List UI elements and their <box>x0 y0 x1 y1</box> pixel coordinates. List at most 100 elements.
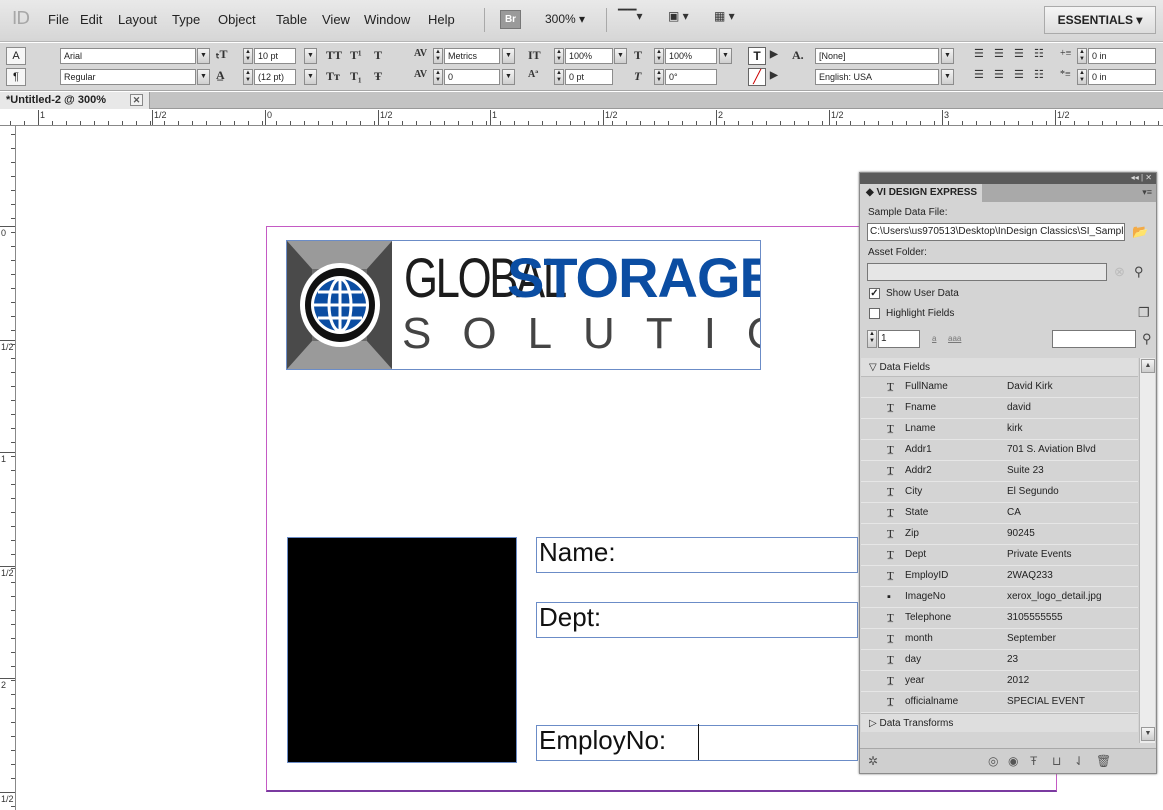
copy-icon[interactable]: ❐ <box>1138 305 1150 321</box>
show-user-data-checkbox[interactable]: ✓ <box>869 288 880 299</box>
photo-image-frame[interactable] <box>287 537 517 763</box>
data-field-row[interactable]: T̲ FullName David Kirk <box>861 377 1138 398</box>
next-record-icon[interactable]: ◉ <box>1008 754 1018 768</box>
data-field-row[interactable]: T̲ State CA <box>861 503 1138 524</box>
align-right-icon[interactable]: ☰ <box>1014 47 1024 60</box>
arrange-documents-icon[interactable]: ▦ ▾ <box>714 9 735 31</box>
chevron-down-icon[interactable]: ▼ <box>304 69 317 85</box>
spinner-icon[interactable]: ▲ ▼ <box>433 69 443 85</box>
trash-icon[interactable]: 🗑 <box>1096 754 1111 768</box>
horizontal-ruler[interactable]: 1 1/2 0 1/2 1 1/2 2 1/2 3 1/2 <box>0 110 1163 126</box>
menu-help[interactable]: Help <box>428 12 455 27</box>
text-case-icon[interactable]: a <box>932 334 936 343</box>
paragraph-mode-icon[interactable]: ¶ <box>6 68 26 86</box>
bridge-button[interactable]: Br <box>500 10 521 29</box>
baseline-shift-field[interactable]: 0 pt <box>565 69 613 85</box>
spinner-icon[interactable]: ▲ ▼ <box>654 48 664 64</box>
first-line-indent-field[interactable]: 0 in <box>1088 69 1156 85</box>
menu-edit[interactable]: Edit <box>80 12 102 27</box>
swatch-flyout-icon[interactable]: ▶ <box>770 70 778 81</box>
data-field-row[interactable]: T̲ month September <box>861 629 1138 650</box>
skew-field[interactable]: 0° <box>665 69 717 85</box>
menu-file[interactable]: File <box>48 12 69 27</box>
view-options-icon[interactable]: ▔▔▾ <box>618 9 642 31</box>
chevron-down-icon[interactable]: ▼ <box>197 48 210 64</box>
stroke-none-icon[interactable]: ╱ <box>748 68 766 86</box>
data-transforms-header[interactable]: ▷ Data Transforms <box>861 713 1138 732</box>
spinner-icon[interactable]: ▲ ▼ <box>1077 48 1087 64</box>
align-left-icon[interactable]: ☰ <box>974 47 984 60</box>
employno-text-frame[interactable]: EmployNo: <box>536 725 858 761</box>
vertical-ruler[interactable]: 0 1/2 1 1/2 2 1/2 <box>0 126 16 810</box>
highlight-fields-checkbox[interactable] <box>869 308 880 319</box>
character-mode-icon[interactable]: A <box>6 47 26 65</box>
menu-view[interactable]: View <box>322 12 350 27</box>
data-field-row[interactable]: T̲ year 2012 <box>861 671 1138 692</box>
chevron-down-icon[interactable]: ▼ <box>502 69 515 85</box>
justify-left-icon[interactable]: ☰ <box>974 68 984 81</box>
menu-type[interactable]: Type <box>172 12 200 27</box>
left-indent-field[interactable]: 0 in <box>1088 48 1156 64</box>
scrollbar[interactable]: ▲ ▼ <box>1139 358 1155 743</box>
all-caps-icon[interactable]: TT <box>326 48 342 63</box>
spinner-icon[interactable]: ▲ ▼ <box>554 69 564 85</box>
tracking-field[interactable]: 0 <box>444 69 500 85</box>
superscript-icon[interactable]: T¹ <box>350 48 362 63</box>
data-field-row[interactable]: ▪ ImageNo xerox_logo_detail.jpg <box>861 587 1138 608</box>
zoom-level-dropdown[interactable]: 300% ▾ <box>545 12 585 26</box>
close-icon[interactable]: ✕ <box>130 94 143 106</box>
chevron-down-icon[interactable]: ▼ <box>304 48 317 64</box>
data-field-row[interactable]: T̲ Addr1 701 S. Aviation Blvd <box>861 440 1138 461</box>
new-frame-icon[interactable]: ⊔ <box>1052 754 1061 768</box>
record-spinner-icon[interactable]: ▲ ▼ <box>867 330 877 348</box>
panel-tab[interactable]: ◆ VI DESIGN EXPRESS <box>860 184 982 202</box>
justify-all-icon[interactable]: ☷ <box>1034 68 1044 81</box>
data-field-row[interactable]: T̲ officialname SPECIAL EVENT <box>861 692 1138 713</box>
settings-gear-icon[interactable]: ✲ <box>868 754 878 768</box>
data-field-row[interactable]: T̲ Zip 90245 <box>861 524 1138 545</box>
dept-text-frame[interactable]: Dept: <box>536 602 858 638</box>
data-field-row[interactable]: T̲ day 23 <box>861 650 1138 671</box>
strikethrough-icon[interactable]: Ŧ <box>374 69 382 84</box>
spinner-icon[interactable]: ▲ ▼ <box>243 69 253 85</box>
justify-center-icon[interactable]: ☰ <box>994 68 1004 81</box>
fill-text-icon[interactable]: T <box>748 47 766 65</box>
kerning-field[interactable]: Metrics <box>444 48 500 64</box>
font-size-field[interactable]: 10 pt <box>254 48 296 64</box>
search-input[interactable] <box>1052 330 1136 348</box>
clear-icon[interactable]: ⊗ <box>1114 264 1125 280</box>
asset-folder-field[interactable] <box>867 263 1107 281</box>
scroll-up-icon[interactable]: ▲ <box>1141 359 1155 373</box>
data-field-row[interactable]: T̲ Dept Private Events <box>861 545 1138 566</box>
font-family-field[interactable]: Arial <box>60 48 196 64</box>
font-style-field[interactable]: Regular <box>60 69 196 85</box>
menu-object[interactable]: Object <box>218 12 256 27</box>
vertical-scale-field[interactable]: 100% <box>565 48 613 64</box>
language-field[interactable]: English: USA <box>815 69 939 85</box>
small-caps-icon[interactable]: Tт <box>326 69 340 84</box>
chevron-down-icon[interactable]: ▼ <box>941 69 954 85</box>
chevron-down-icon[interactable]: ▼ <box>614 48 627 64</box>
panel-menu-icon[interactable]: ▾≡ <box>1142 187 1152 198</box>
justify-right-icon[interactable]: ☰ <box>1014 68 1024 81</box>
align-towards-spine-icon[interactable]: ☷ <box>1034 47 1044 60</box>
text-case-all-icon[interactable]: aaa <box>948 334 961 343</box>
text-field-icon[interactable]: Ŧ <box>1030 754 1037 768</box>
record-number-field[interactable]: 1 <box>878 330 920 348</box>
data-field-row[interactable]: T̲ City El Segundo <box>861 482 1138 503</box>
menu-layout[interactable]: Layout <box>118 12 157 27</box>
data-field-row[interactable]: T̲ Fname david <box>861 398 1138 419</box>
subscript-icon[interactable]: T₁ <box>350 69 362 84</box>
chevron-down-icon[interactable]: ▼ <box>502 48 515 64</box>
chevron-down-icon[interactable]: ▼ <box>719 48 732 64</box>
menu-table[interactable]: Table <box>276 12 307 27</box>
character-style-field[interactable]: [None] <box>815 48 939 64</box>
data-field-row[interactable]: T̲ Addr2 Suite 23 <box>861 461 1138 482</box>
screen-mode-icon[interactable]: ▣ ▾ <box>668 9 689 31</box>
scroll-down-icon[interactable]: ▼ <box>1141 727 1155 741</box>
spinner-icon[interactable]: ▲ ▼ <box>243 48 253 64</box>
search-icon[interactable]: ⚲ <box>1142 331 1152 347</box>
data-field-row[interactable]: T̲ Lname kirk <box>861 419 1138 440</box>
sample-data-field[interactable]: C:\Users\us970513\Desktop\InDesign Class… <box>867 223 1125 241</box>
underline-icon[interactable]: T <box>374 48 382 63</box>
